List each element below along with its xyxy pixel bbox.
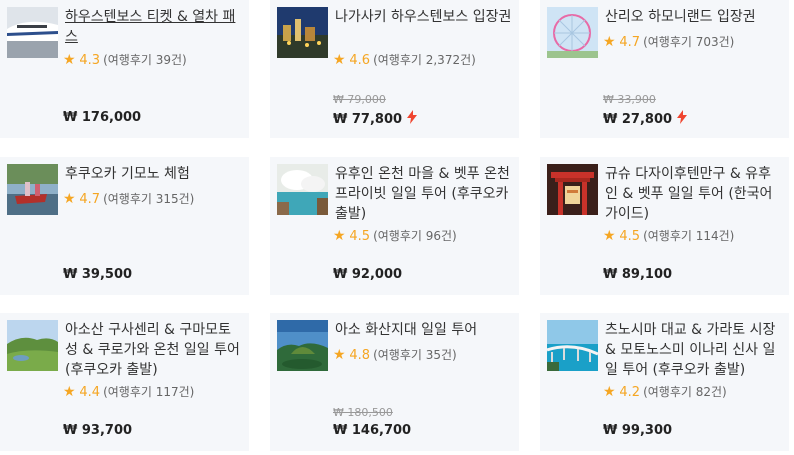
price: ₩ 176,000	[63, 110, 142, 125]
product-title[interactable]: 하우스텐보스 티켓 & 열차 패스	[65, 7, 243, 47]
price: ₩ 27,800	[603, 111, 673, 127]
price-row: ₩ 93,700	[63, 423, 132, 438]
product-thumbnail-bridge	[547, 320, 598, 371]
product-thumbnail-ferris-wheel	[547, 7, 598, 58]
product-thumbnail-bullet-train	[7, 7, 58, 58]
rating: ★ 4.4 (여행후기 117건)	[63, 384, 195, 400]
price: ₩ 89,100	[603, 267, 673, 282]
product-card[interactable]: 유후인 온천 마을 & 벳푸 온천 프라이빗 일일 투어 (후쿠오카 출발) ★…	[270, 157, 519, 295]
original-price: ₩ 79,000	[333, 93, 386, 106]
review-count: (여행후기 96건)	[373, 229, 457, 243]
price-row: ₩ 92,000	[333, 267, 402, 282]
product-card[interactable]: 후쿠오카 기모노 체험 ★ 4.7 (여행후기 315건) ₩ 39,500	[0, 157, 249, 295]
price-row: ₩ 146,700	[333, 423, 411, 438]
star-icon: ★	[63, 384, 76, 400]
review-count: (여행후기 114건)	[643, 229, 735, 243]
price-row: ₩ 89,100	[603, 267, 672, 282]
price: ₩ 77,800	[333, 111, 403, 127]
star-icon: ★	[63, 52, 76, 68]
price-row: ₩ 27,800	[603, 110, 688, 128]
product-thumbnail-kimono	[7, 164, 58, 215]
rating: ★ 4.5 (여행후기 96건)	[333, 228, 457, 244]
price: ₩ 99,300	[603, 423, 673, 438]
star-icon: ★	[333, 347, 346, 363]
product-thumbnail-hot-spring	[277, 164, 328, 215]
product-card[interactable]: 산리오 하모니랜드 입장권 ★ 4.7 (여행후기 703건) ₩ 33,900 …	[540, 0, 789, 138]
price: ₩ 39,500	[63, 267, 133, 282]
product-title[interactable]: 아소 화산지대 일일 투어	[335, 320, 513, 340]
product-title[interactable]: 나가사키 하우스텐보스 입장권	[335, 7, 513, 27]
price-row: ₩ 176,000	[63, 110, 141, 125]
product-card[interactable]: 아소산 구사센리 & 구마모토성 & 쿠로가와 온천 일일 투어 (후쿠오카 출…	[0, 313, 249, 451]
price-row: ₩ 99,300	[603, 423, 672, 438]
product-title[interactable]: 후쿠오카 기모노 체험	[65, 164, 243, 184]
review-count: (여행후기 2,372건)	[373, 53, 476, 67]
price: ₩ 93,700	[63, 423, 133, 438]
lightning-bolt-icon	[677, 110, 688, 128]
star-icon: ★	[333, 228, 346, 244]
original-price: ₩ 180,500	[333, 406, 393, 419]
star-icon: ★	[603, 384, 616, 400]
review-count: (여행후기 35건)	[373, 348, 457, 362]
original-price: ₩ 33,900	[603, 93, 656, 106]
star-icon: ★	[603, 34, 616, 50]
price: ₩ 92,000	[333, 267, 403, 282]
price: ₩ 146,700	[333, 423, 412, 438]
review-count: (여행후기 82건)	[643, 385, 727, 399]
rating: ★ 4.3 (여행후기 39건)	[63, 52, 187, 68]
star-icon: ★	[603, 228, 616, 244]
product-title[interactable]: 산리오 하모니랜드 입장권	[605, 7, 783, 27]
product-card[interactable]: 츠노시마 대교 & 가라토 시장 & 모토노스미 이나리 신사 일일 투어 (후…	[540, 313, 789, 451]
product-card[interactable]: 아소 화산지대 일일 투어 ★ 4.8 (여행후기 35건) ₩ 180,500 …	[270, 313, 519, 451]
rating: ★ 4.5 (여행후기 114건)	[603, 228, 735, 244]
star-icon: ★	[333, 52, 346, 68]
rating: ★ 4.2 (여행후기 82건)	[603, 384, 727, 400]
product-card[interactable]: 나가사키 하우스텐보스 입장권 ★ 4.6 (여행후기 2,372건) ₩ 79,…	[270, 0, 519, 138]
product-thumbnail-shrine-gate	[547, 164, 598, 215]
product-title[interactable]: 츠노시마 대교 & 가라토 시장 & 모토노스미 이나리 신사 일일 투어 (후…	[605, 320, 783, 380]
rating: ★ 4.7 (여행후기 703건)	[603, 34, 735, 50]
product-card[interactable]: 규슈 다자이후텐만구 & 유후인 & 벳푸 일일 투어 (한국어 가이드) ★ …	[540, 157, 789, 295]
review-count: (여행후기 39건)	[103, 53, 187, 67]
review-count: (여행후기 315건)	[103, 192, 195, 206]
product-card[interactable]: 하우스텐보스 티켓 & 열차 패스 ★ 4.3 (여행후기 39건) ₩ 176,…	[0, 0, 249, 138]
product-thumbnail-grassland	[7, 320, 58, 371]
review-count: (여행후기 703건)	[643, 35, 735, 49]
rating: ★ 4.8 (여행후기 35건)	[333, 347, 457, 363]
product-title[interactable]: 규슈 다자이후텐만구 & 유후인 & 벳푸 일일 투어 (한국어 가이드)	[605, 164, 783, 224]
product-thumbnail-volcano	[277, 320, 328, 371]
price-row: ₩ 77,800	[333, 110, 418, 128]
lightning-bolt-icon	[407, 110, 418, 128]
star-icon: ★	[63, 191, 76, 207]
product-title[interactable]: 아소산 구사센리 & 구마모토성 & 쿠로가와 온천 일일 투어 (후쿠오카 출…	[65, 320, 243, 380]
rating: ★ 4.6 (여행후기 2,372건)	[333, 52, 476, 68]
rating: ★ 4.7 (여행후기 315건)	[63, 191, 195, 207]
product-title[interactable]: 유후인 온천 마을 & 벳푸 온천 프라이빗 일일 투어 (후쿠오카 출발)	[335, 164, 513, 224]
price-row: ₩ 39,500	[63, 267, 132, 282]
review-count: (여행후기 117건)	[103, 385, 195, 399]
product-thumbnail-huis-ten-bosch	[277, 7, 328, 58]
